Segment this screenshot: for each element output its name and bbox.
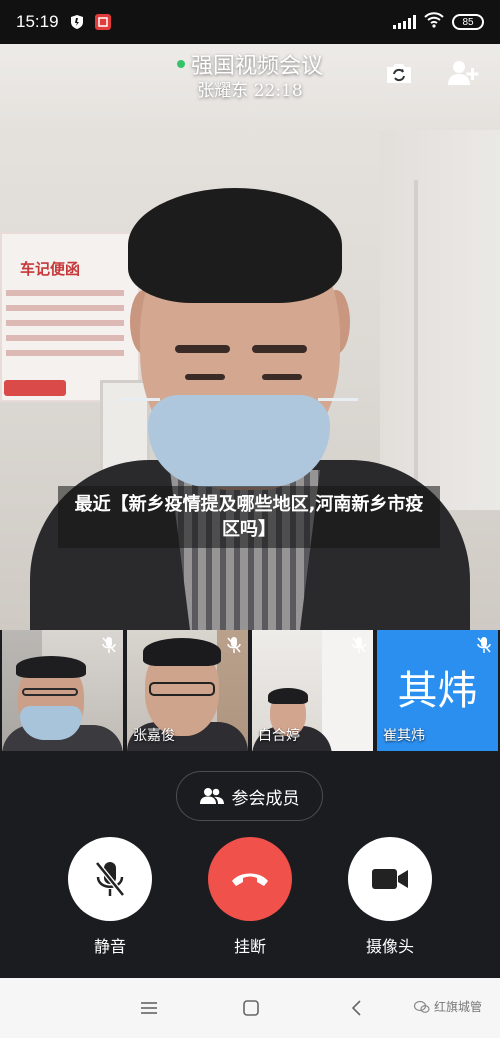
participant-name: 崔其炜 xyxy=(383,728,425,744)
participant-glasses xyxy=(149,682,215,696)
poster-title: 车记便函 xyxy=(20,260,81,278)
menu-icon xyxy=(141,1002,157,1014)
switch-camera-button[interactable] xyxy=(382,56,416,90)
home-nav-button[interactable] xyxy=(239,996,263,1020)
poster-line xyxy=(6,320,124,326)
speaker-brow xyxy=(252,345,307,353)
room-door xyxy=(414,180,478,480)
caption-text: 最近【新乡疫情提及哪些地区,河南新乡市疫区吗】 xyxy=(74,494,424,540)
speaker-eye xyxy=(185,374,225,380)
participant-avatar: 其炜 xyxy=(397,668,478,714)
status-time: 15:19 xyxy=(16,12,59,31)
participant-tile[interactable]: 其炜 崔其炜 xyxy=(377,630,498,751)
participant-hair xyxy=(268,688,308,704)
participant-name: 张嘉俊 xyxy=(133,728,175,744)
camera-button[interactable] xyxy=(348,837,432,921)
participant-tile[interactable]: 张嘉俊 xyxy=(127,630,248,751)
video-camera-icon xyxy=(372,869,408,889)
poster-line xyxy=(6,335,124,341)
live-status-dot xyxy=(176,60,185,68)
participant-face-mask xyxy=(20,706,82,740)
speaker-hair xyxy=(128,188,342,303)
speaker-and-time: 张耀东 22:18 xyxy=(197,81,303,101)
article-caption: 最近【新乡疫情提及哪些地区,河南新乡市疫区吗】 xyxy=(58,486,440,548)
wechat-icon xyxy=(413,1000,430,1013)
mute-button[interactable] xyxy=(68,837,152,921)
watermark: 红旗城管 xyxy=(413,998,482,1015)
members-label: 参会成员 xyxy=(231,788,300,809)
participant-tile[interactable] xyxy=(2,630,123,751)
people-icon xyxy=(199,788,224,804)
mic-muted-icon xyxy=(227,637,241,653)
meeting-header: 强国视频会议 张耀东 22:18 xyxy=(0,44,500,104)
mask-strap xyxy=(318,398,358,401)
participant-glasses xyxy=(22,688,78,696)
red-app-icon xyxy=(94,14,111,30)
participant-tile[interactable]: 白合婷 xyxy=(252,630,373,751)
phone-hangup-icon xyxy=(232,873,268,886)
home-square-icon xyxy=(243,1000,259,1016)
mic-muted-icon xyxy=(352,637,366,653)
hangup-button[interactable] xyxy=(208,837,292,921)
battery-level: 85 xyxy=(462,16,474,28)
watermark-text: 红旗城管 xyxy=(433,1000,482,1014)
participant-strip: 张嘉俊 白合婷 其炜 崔其炜 xyxy=(0,630,500,753)
poster-line xyxy=(6,305,124,311)
menu-nav-button[interactable] xyxy=(137,996,161,1020)
participant-hair xyxy=(143,638,221,666)
poster-badge xyxy=(4,380,66,396)
battery-icon: 85 xyxy=(452,14,484,30)
mic-muted-icon xyxy=(102,637,116,653)
speaker-brow xyxy=(175,345,230,353)
mic-off-icon xyxy=(95,861,125,897)
signal-icon xyxy=(393,15,416,29)
poster-line xyxy=(6,350,124,356)
mute-label: 静音 xyxy=(93,937,126,956)
speaker-face-mask xyxy=(148,395,330,487)
wifi-icon xyxy=(424,12,444,32)
speaker-eye xyxy=(262,374,302,380)
participant-name: 白合婷 xyxy=(258,728,300,744)
members-button[interactable]: 参会成员 xyxy=(176,771,323,821)
mask-strap xyxy=(120,398,160,401)
camera-label: 摄像头 xyxy=(365,937,414,956)
poster-line xyxy=(6,290,124,296)
shield-app-icon xyxy=(69,14,85,30)
add-person-icon xyxy=(448,61,479,85)
mic-muted-icon xyxy=(477,637,491,653)
system-nav-bar: 红旗城管 xyxy=(0,978,500,1038)
add-participant-button[interactable] xyxy=(446,56,480,90)
participant-hair xyxy=(16,656,86,678)
back-nav-button[interactable] xyxy=(344,996,368,1020)
back-arrow-icon xyxy=(351,1000,361,1016)
switch-camera-icon xyxy=(387,64,411,83)
hangup-label: 挂断 xyxy=(233,937,266,956)
call-controls: 参会成员 静音 挂断 摄像头 xyxy=(0,753,500,978)
status-bar: 15:19 85 xyxy=(0,0,500,44)
